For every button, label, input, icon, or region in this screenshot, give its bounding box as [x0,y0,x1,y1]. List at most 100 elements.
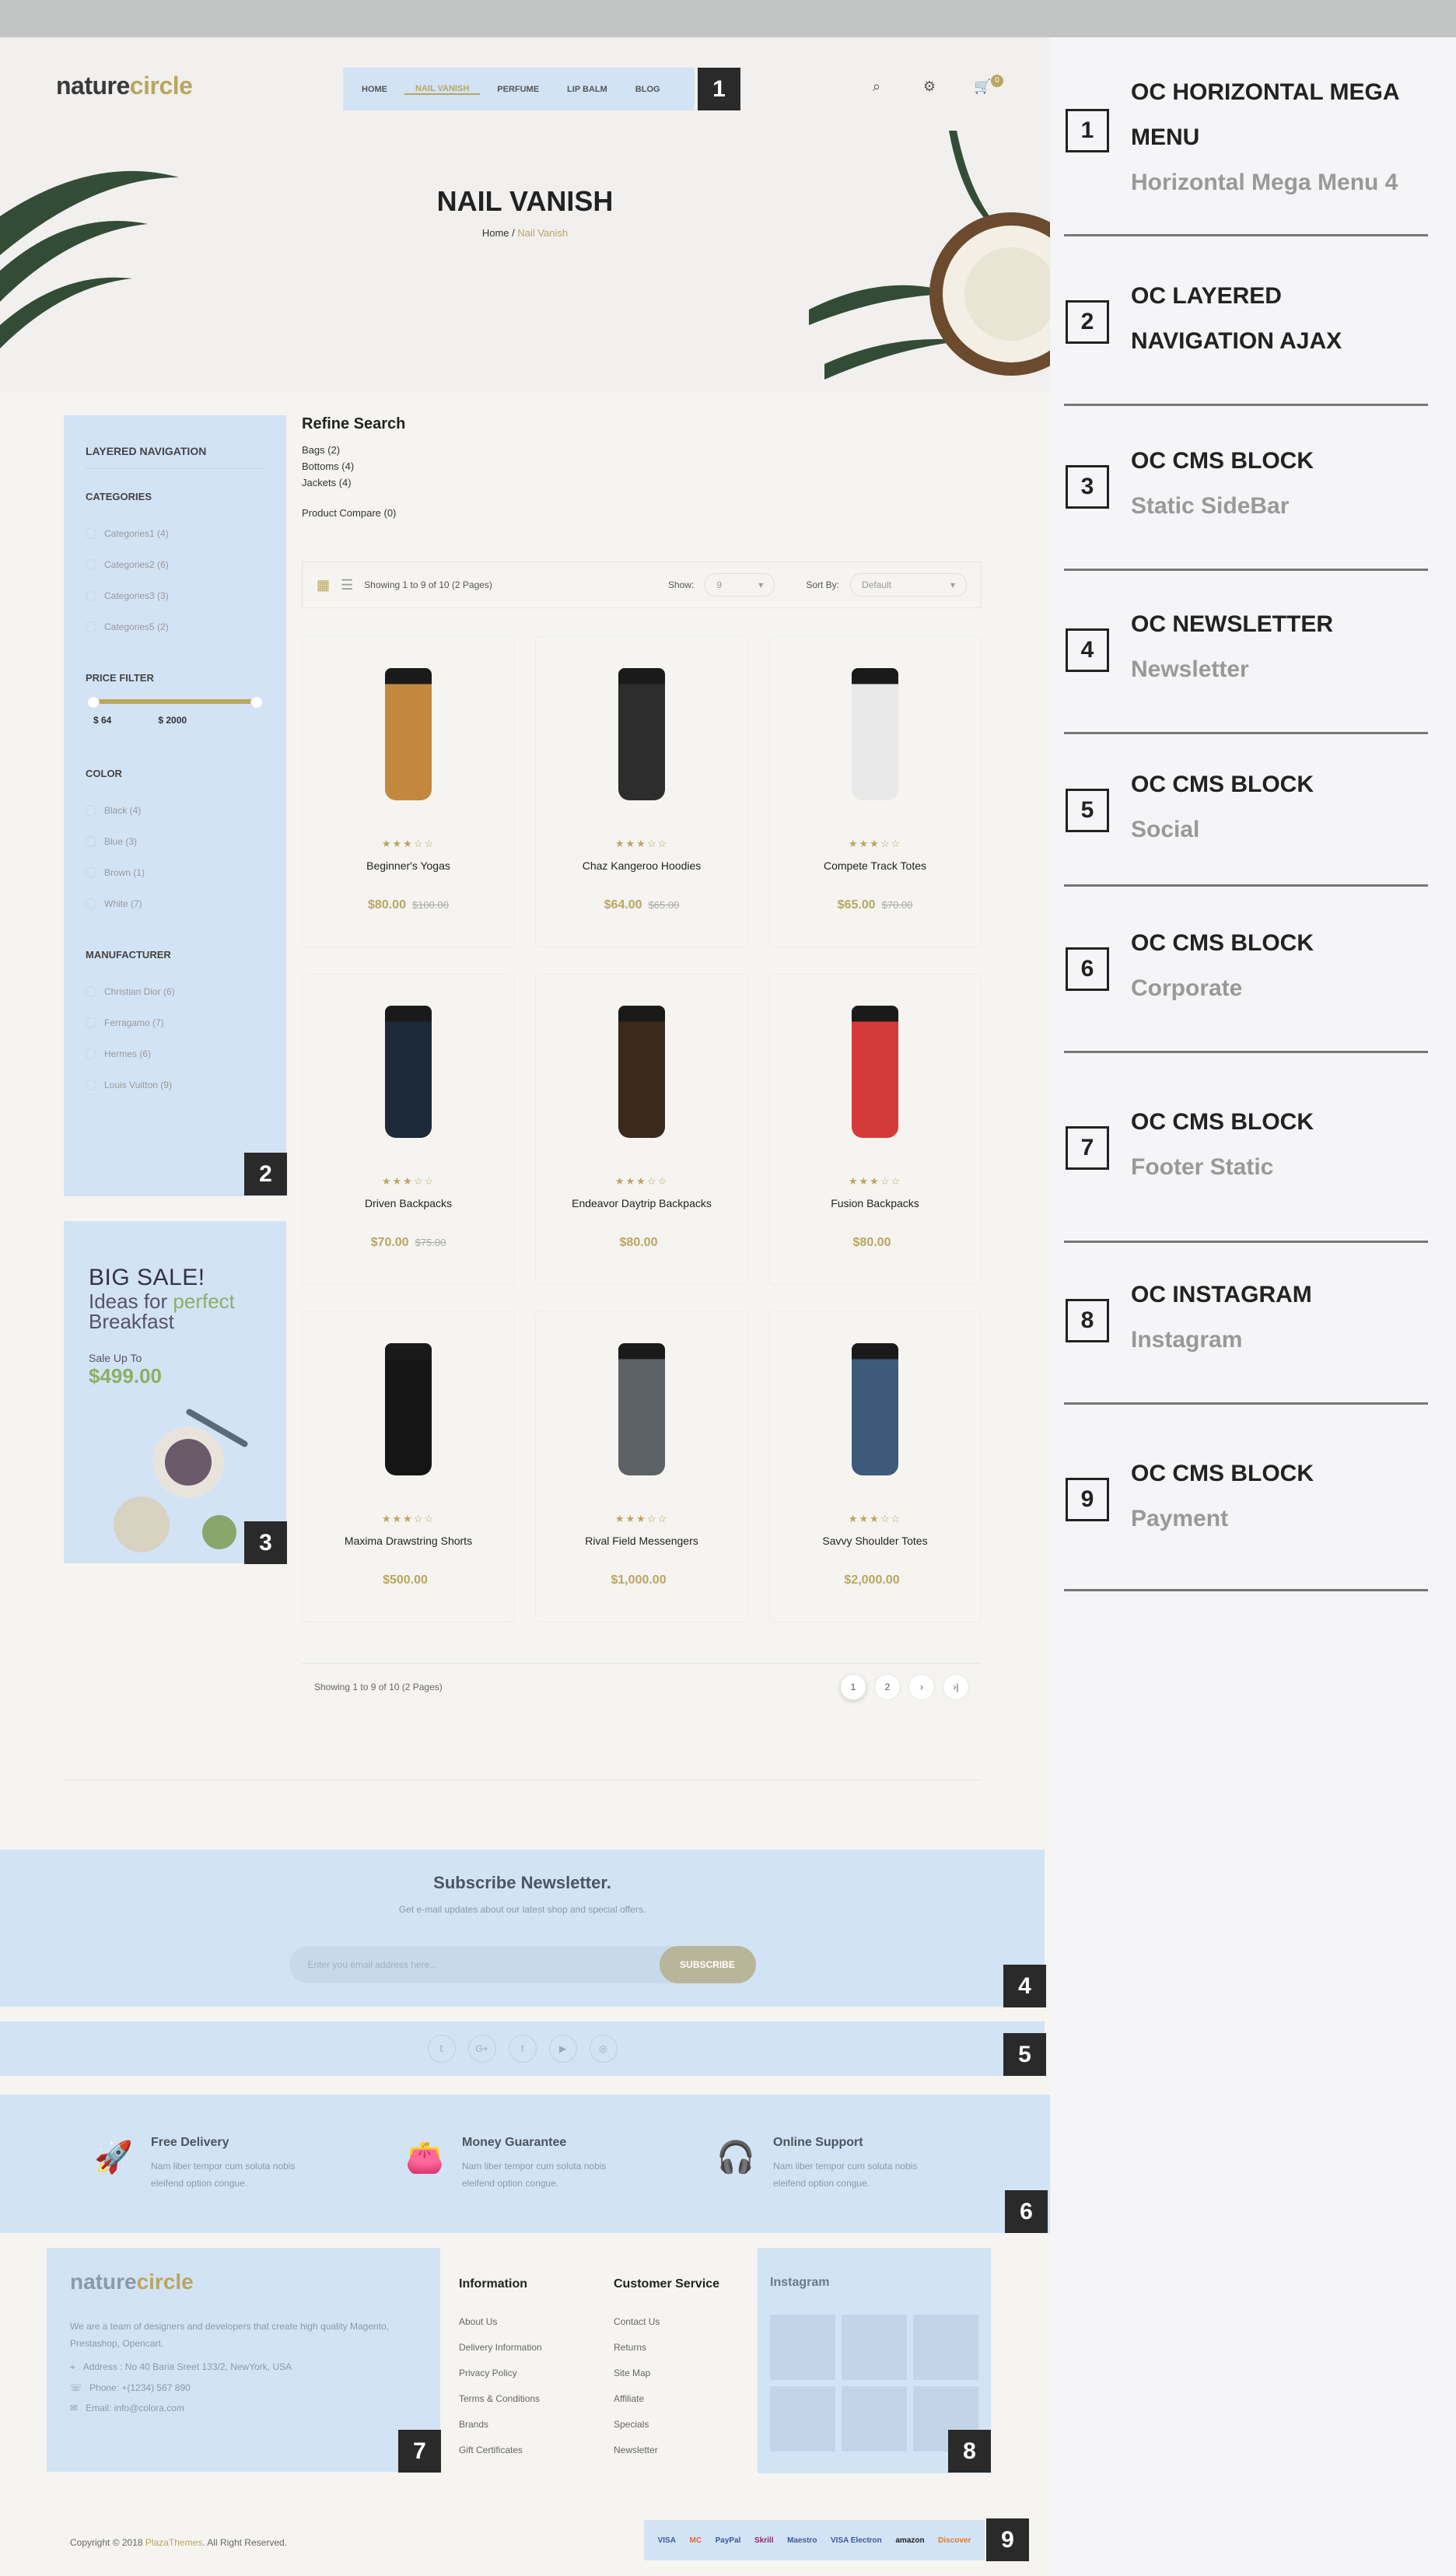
footer-link[interactable]: Returns [614,2342,719,2368]
sort-select[interactable]: Default ▾ [850,573,967,597]
product-image[interactable] [852,668,898,800]
checkbox[interactable] [86,528,96,539]
footer-link[interactable]: Contact Us [614,2316,719,2342]
product-card[interactable]: ★★★☆☆ Fusion Backpacks $80.00 [768,974,982,1285]
checkbox[interactable] [86,867,96,878]
checkbox[interactable] [86,1048,96,1059]
product-name[interactable]: Savvy Shoulder Totes [822,1535,927,1547]
product-image[interactable] [618,668,665,800]
list-view-icon[interactable]: ☰ [341,577,353,593]
footer-link[interactable]: Site Map [614,2368,719,2393]
youtube-icon[interactable]: ▶ [548,2035,577,2063]
copyright-link[interactable]: PlazaThemes [145,2537,202,2548]
checkbox[interactable] [86,805,96,816]
footer-logo[interactable]: naturecircle [70,2270,417,2294]
product-card[interactable]: ★★★☆☆ Compete Track Totes $65.00 $70.00 [768,636,982,947]
product-card[interactable]: ★★★☆☆ Maxima Drawstring Shorts $500.00 [302,1311,515,1622]
product-image[interactable] [852,1343,898,1475]
product-name[interactable]: Maxima Drawstring Shorts [345,1535,472,1547]
footer-link[interactable]: Privacy Policy [459,2368,542,2393]
product-card[interactable]: ★★★☆☆ Driven Backpacks $70.00 $75.00 [302,974,515,1285]
filter-color[interactable]: Brown (1) [86,857,264,888]
filter-manufacturer[interactable]: Louis Vuitton (9) [86,1069,264,1101]
filter-category[interactable]: Categories3 (3) [86,580,264,611]
product-name[interactable]: Endeavor Daytrip Backpacks [572,1197,712,1209]
cart-icon[interactable]: 🛒 [974,78,991,95]
filter-manufacturer[interactable]: Ferragamo (7) [86,1007,264,1038]
show-select[interactable]: 9 ▾ [705,573,775,597]
menu-item-home[interactable]: HOME [351,85,398,94]
footer-link[interactable]: Terms & Conditions [459,2393,542,2419]
newsletter-email-field[interactable]: Enter you email address here... SUBSCRIB… [289,1946,756,1983]
product-name[interactable]: Driven Backpacks [365,1197,452,1209]
product-card[interactable]: ★★★☆☆ Rival Field Messengers $1,000.00 [535,1311,748,1622]
product-card[interactable]: ★★★☆☆ Beginner's Yogas $80.00 $100.00 [302,636,515,947]
instagram-photo[interactable] [842,2315,907,2380]
refine-link[interactable]: Jackets (4) [302,477,982,488]
subscribe-button[interactable]: SUBSCRIBE [659,1946,756,1983]
product-card[interactable]: ★★★☆☆ Endeavor Daytrip Backpacks $80.00 [535,974,748,1285]
product-image[interactable] [385,1343,432,1475]
checkbox[interactable] [86,621,96,632]
footer-link[interactable]: Affiliate [614,2393,719,2419]
filter-color[interactable]: White (7) [86,888,264,919]
breadcrumb-home[interactable]: Home [482,227,509,239]
filter-color[interactable]: Blue (3) [86,826,264,857]
price-slider[interactable] [87,696,263,709]
footer-link[interactable]: Gift Certificates [459,2445,542,2470]
product-name[interactable]: Rival Field Messengers [585,1535,698,1547]
instagram-photo[interactable] [913,2315,978,2380]
checkbox[interactable] [86,559,96,570]
page-1-button[interactable]: 1 [840,1673,866,1700]
page-2-button[interactable]: 2 [874,1673,901,1700]
checkbox[interactable] [86,986,96,997]
instagram-photo[interactable] [770,2315,835,2380]
footer-link[interactable]: Newsletter [614,2445,719,2470]
menu-item-perfume[interactable]: PERFUME [486,85,550,94]
email-placeholder[interactable]: Enter you email address here... [308,1959,438,1970]
product-image[interactable] [852,1006,898,1138]
product-compare-link[interactable]: Product Compare (0) [302,507,982,519]
menu-item-blog[interactable]: BLOG [625,85,671,94]
filter-category[interactable]: Categories2 (6) [86,549,264,580]
menu-item-nail-vanish[interactable]: NAIL VANISH [404,84,481,95]
filter-category[interactable]: Categories5 (2) [86,611,264,642]
product-card[interactable]: ★★★☆☆ Chaz Kangeroo Hoodies $64.00 $65.00 [535,636,748,947]
checkbox[interactable] [86,898,96,909]
refine-link[interactable]: Bottoms (4) [302,460,982,472]
facebook-icon[interactable]: f [508,2035,537,2063]
filter-color[interactable]: Black (4) [86,795,264,826]
product-card[interactable]: ★★★☆☆ Savvy Shoulder Totes $2,000.00 [768,1311,982,1622]
instagram-photo[interactable] [842,2386,907,2452]
menu-item-lip-balm[interactable]: LIP BALM [556,85,618,94]
product-name[interactable]: Compete Track Totes [824,859,926,872]
google-plus-icon[interactable]: G+ [467,2035,496,2063]
filter-manufacturer[interactable]: Hermes (6) [86,1038,264,1069]
product-image[interactable] [385,668,432,800]
sidebar-sale-banner[interactable]: BIG SALE! Ideas for perfect Breakfast Sa… [64,1221,286,1563]
twitter-icon[interactable]: 𝕥 [427,2035,456,2063]
checkbox[interactable] [86,1017,96,1028]
instagram-photo[interactable] [770,2386,835,2452]
product-name[interactable]: Fusion Backpacks [831,1197,919,1209]
product-image[interactable] [618,1343,665,1475]
settings-icon[interactable]: ⚙ [921,78,938,95]
footer-link[interactable]: Brands [459,2419,542,2445]
refine-link[interactable]: Bags (2) [302,444,982,456]
footer-link[interactable]: About Us [459,2316,542,2342]
instagram-icon[interactable]: ◎ [589,2035,618,2063]
filter-manufacturer[interactable]: Christian Dior (6) [86,976,264,1007]
site-logo[interactable]: naturecircle [56,72,193,100]
product-image[interactable] [618,1006,665,1138]
last-page-button[interactable]: ›| [943,1673,969,1700]
filter-category[interactable]: Categories1 (4) [86,518,264,549]
grid-view-icon[interactable]: ▦ [317,577,330,593]
next-page-button[interactable]: › [908,1673,935,1700]
checkbox[interactable] [86,590,96,601]
product-name[interactable]: Beginner's Yogas [366,859,450,872]
checkbox[interactable] [86,1080,96,1090]
footer-link[interactable]: Specials [614,2419,719,2445]
product-name[interactable]: Chaz Kangeroo Hoodies [583,859,702,872]
footer-link[interactable]: Delivery Information [459,2342,542,2368]
search-icon[interactable]: ⌕ [868,78,885,95]
